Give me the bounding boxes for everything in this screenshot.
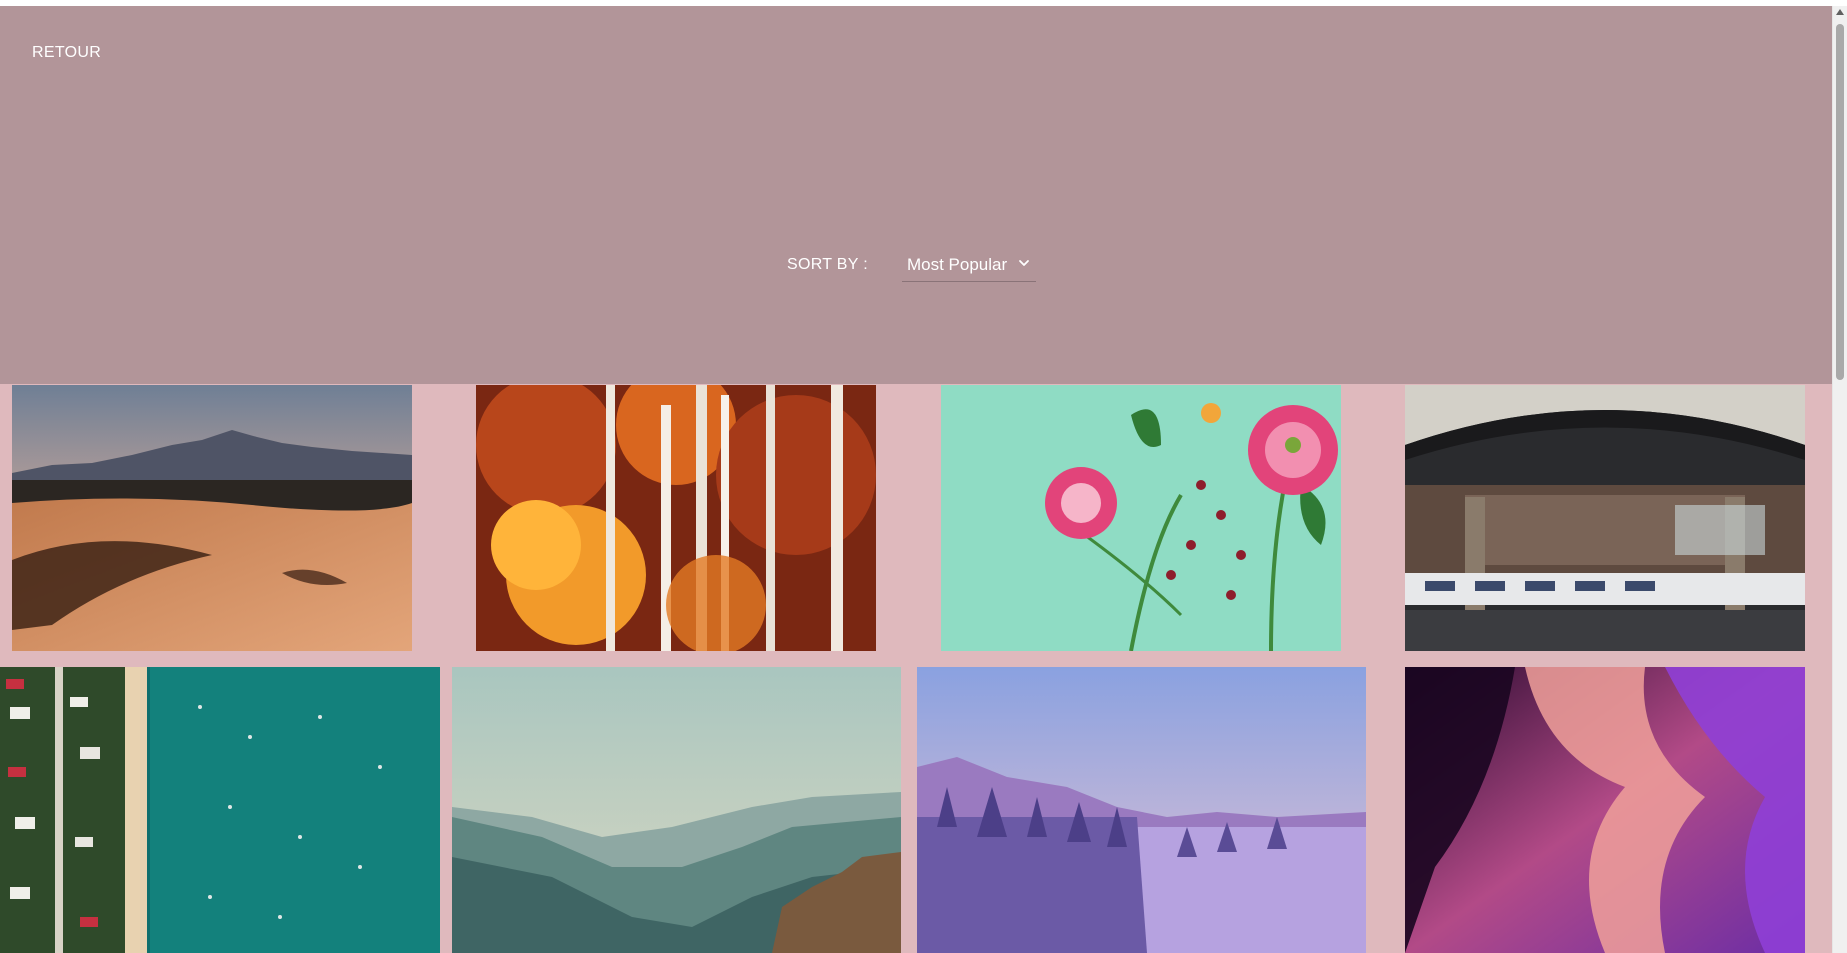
antelope-image — [1405, 667, 1805, 953]
sort-control: SORT BY : Most Popular — [787, 248, 1036, 282]
gallery-image-snow[interactable] — [917, 667, 1366, 953]
gallery-image-canyon[interactable] — [452, 667, 901, 953]
gallery-image-antelope[interactable] — [1405, 667, 1805, 953]
back-link[interactable]: RETOUR — [32, 44, 101, 62]
hero-banner: RETOUR SORT BY : Most Popular — [0, 6, 1832, 384]
vertical-scrollbar[interactable] — [1832, 6, 1847, 953]
scroll-up-arrow-icon[interactable] — [1836, 9, 1844, 15]
forest-image — [476, 385, 876, 651]
canyon-image — [452, 667, 901, 953]
chevron-down-icon — [1019, 260, 1029, 266]
gallery-page: RETOUR SORT BY : Most Popular — [0, 0, 1847, 953]
station-image — [1405, 385, 1805, 651]
gallery-image-forest[interactable] — [476, 385, 876, 651]
desert-image — [12, 385, 412, 651]
gallery-image-flowers[interactable] — [941, 385, 1341, 651]
gallery-image-desert[interactable] — [12, 385, 412, 651]
sort-select[interactable]: Most Popular — [901, 248, 1036, 282]
coast-image — [0, 667, 440, 953]
scroll-thumb[interactable] — [1836, 24, 1844, 380]
snow-image — [917, 667, 1366, 953]
gallery-image-coast[interactable] — [0, 667, 440, 953]
sort-selected-value: Most Popular — [906, 254, 1008, 274]
gallery-image-station[interactable] — [1405, 385, 1805, 651]
flowers-image — [941, 385, 1341, 651]
sort-label: SORT BY : — [787, 256, 868, 273]
